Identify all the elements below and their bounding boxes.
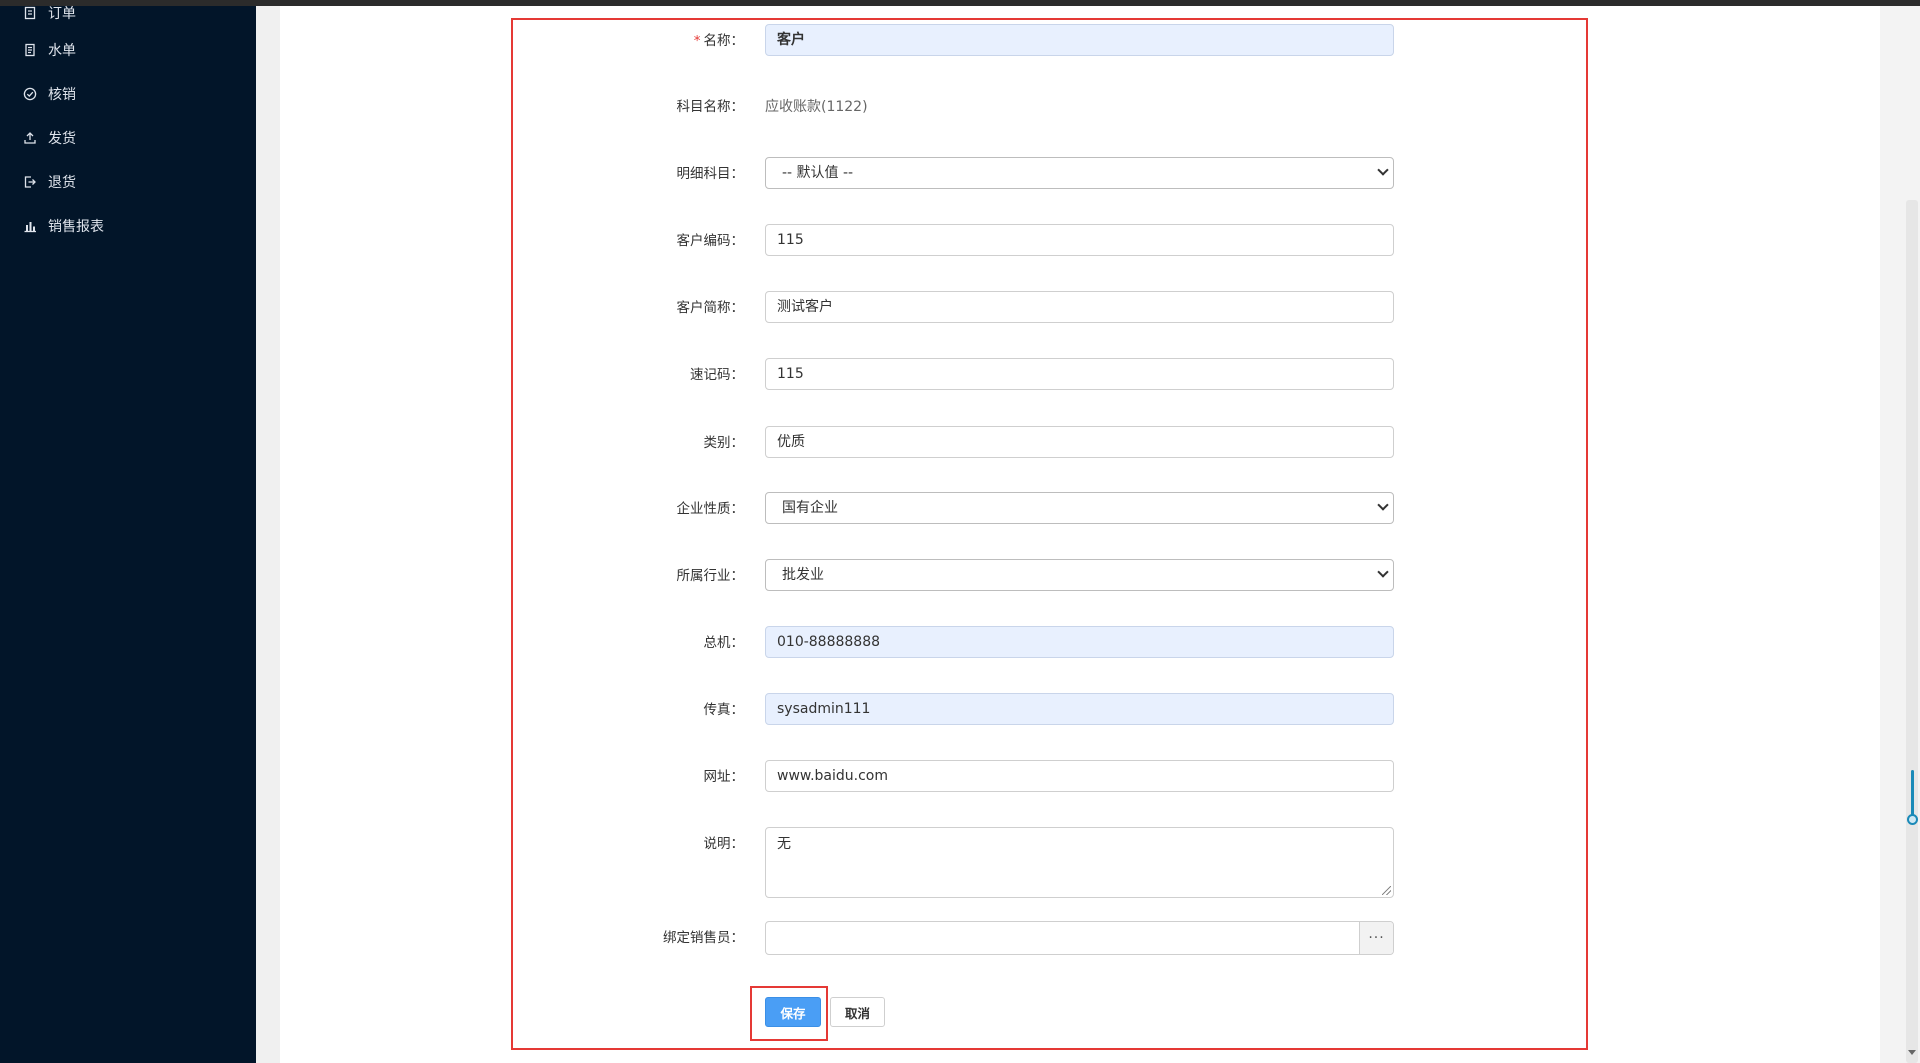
scroll-indicator-knob: [1907, 814, 1918, 825]
scroll-indicator: [1911, 770, 1914, 820]
form-row-account-subject: 科目名称： 应收账款(1122): [560, 90, 1400, 124]
upload-icon: [22, 130, 38, 146]
cancel-button[interactable]: 取消: [830, 997, 885, 1027]
scroll-down-arrow[interactable]: [1908, 1050, 1916, 1055]
form-row-industry: 所属行业： 批发业: [560, 559, 1400, 593]
name-label-text: 名称：: [703, 33, 745, 49]
sidebar-item-shipping[interactable]: 发货: [22, 125, 76, 151]
sidebar: 订单 水单 核销 发货 退货 销售报表: [0, 6, 256, 1063]
phone-label: 总机：: [703, 635, 745, 651]
bar-chart-icon: [22, 218, 38, 234]
form-row-category: 类别： 优质: [560, 426, 1400, 460]
name-field[interactable]: 客户: [765, 24, 1394, 56]
form-row-fax: 传真： sysadmin111: [560, 693, 1400, 727]
website-field[interactable]: www.baidu.com: [765, 760, 1394, 792]
fax-label: 传真：: [703, 702, 745, 718]
save-button[interactable]: 保存: [765, 997, 821, 1027]
sidebar-item-writeoff[interactable]: 核销: [22, 81, 76, 107]
enterprise-type-label: 企业性质：: [676, 501, 745, 517]
category-label: 类别：: [703, 435, 745, 451]
customer-code-field[interactable]: 115: [765, 224, 1394, 256]
form-row-customer-code: 客户编码： 115: [560, 224, 1400, 258]
short-name-field[interactable]: 测试客户: [765, 291, 1394, 323]
check-circle-icon: [22, 86, 38, 102]
short-name-label: 客户简称：: [676, 300, 745, 316]
fax-field[interactable]: sysadmin111: [765, 693, 1394, 725]
industry-selected: 批发业: [782, 567, 824, 583]
sidebar-item-label: 水单: [48, 43, 76, 59]
chevron-down-icon: [1377, 566, 1389, 578]
enterprise-type-selected: 国有企业: [782, 500, 838, 516]
sidebar-item-label: 退货: [48, 175, 76, 191]
form-row-enterprise-type: 企业性质： 国有企业: [560, 492, 1400, 526]
name-label: * 名称：: [560, 24, 744, 58]
form-row-short-name: 客户简称： 测试客户: [560, 291, 1400, 325]
quick-code-label: 速记码：: [690, 367, 744, 383]
sidebar-item-returns[interactable]: 退货: [22, 169, 76, 195]
phone-field[interactable]: 010-88888888: [765, 626, 1394, 658]
detail-subject-selected: -- 默认值 --: [782, 165, 854, 181]
chevron-down-icon: [1377, 164, 1389, 176]
remark-textarea[interactable]: 无: [765, 827, 1394, 898]
form-row-website: 网址： www.baidu.com: [560, 760, 1400, 794]
form-row-phone: 总机： 010-88888888: [560, 626, 1400, 660]
sidebar-item-label: 核销: [48, 87, 76, 103]
sidebar-item-label: 订单: [48, 6, 76, 22]
form-row-salesperson: 绑定销售员： ···: [560, 921, 1400, 955]
receipt-icon: [22, 42, 38, 58]
form-row-detail-subject: 明细科目： -- 默认值 --: [560, 157, 1400, 191]
sidebar-item-label: 销售报表: [48, 219, 104, 235]
detail-subject-label: 明细科目：: [676, 166, 745, 182]
sidebar-item-sales-report[interactable]: 销售报表: [22, 213, 104, 239]
chevron-down-icon: [1377, 499, 1389, 511]
logout-icon: [22, 174, 38, 190]
quick-code-field[interactable]: 115: [765, 358, 1394, 390]
account-subject-value: 应收账款(1122): [765, 99, 868, 115]
remark-label: 说明：: [703, 836, 745, 852]
salesperson-picker[interactable]: ···: [765, 921, 1394, 955]
sidebar-item-orders[interactable]: 订单: [22, 0, 76, 26]
industry-label: 所属行业：: [676, 568, 745, 584]
form-row-name: * 名称： 客户: [560, 24, 1400, 58]
salesperson-label: 绑定销售员：: [663, 930, 744, 946]
website-label: 网址：: [703, 769, 745, 785]
form-row-remark: 说明： 无: [560, 827, 1400, 898]
account-subject-label: 科目名称：: [676, 99, 745, 115]
sidebar-item-receipts[interactable]: 水单: [22, 37, 76, 63]
remark-text: 无: [777, 836, 791, 852]
resize-handle-icon[interactable]: [1382, 886, 1391, 895]
enterprise-type-select[interactable]: 国有企业: [765, 492, 1394, 524]
detail-subject-select[interactable]: -- 默认值 --: [765, 157, 1394, 189]
scrollbar-thumb[interactable]: [1906, 200, 1918, 1063]
required-mark: *: [693, 33, 701, 49]
customer-code-label: 客户编码：: [676, 233, 745, 249]
industry-select[interactable]: 批发业: [765, 559, 1394, 591]
category-field[interactable]: 优质: [765, 426, 1394, 458]
form-row-quick-code: 速记码： 115: [560, 358, 1400, 392]
file-icon: [22, 5, 38, 21]
sidebar-item-label: 发货: [48, 131, 76, 147]
more-options-button[interactable]: ···: [1359, 922, 1393, 954]
